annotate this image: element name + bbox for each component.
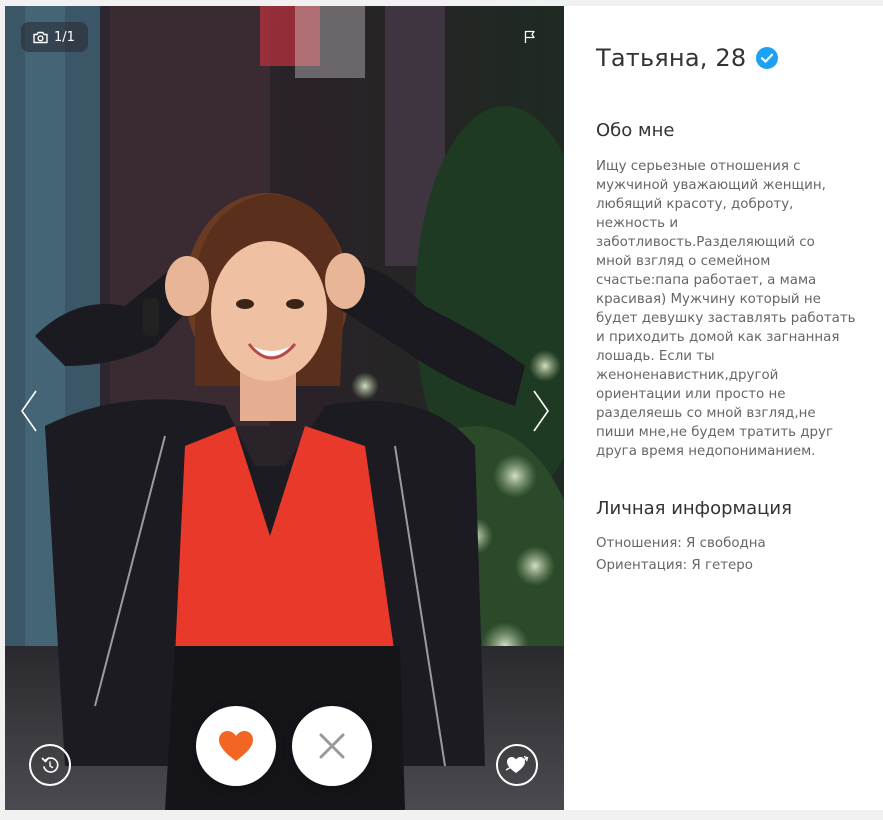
compliment-button[interactable] <box>496 744 538 786</box>
verified-icon <box>756 47 779 69</box>
undo-icon <box>41 757 59 773</box>
heart-icon <box>219 731 253 761</box>
like-button[interactable] <box>196 706 276 786</box>
photo-counter: 1/1 <box>21 22 88 52</box>
photo-counter-text: 1/1 <box>54 29 75 45</box>
camera-icon <box>33 31 48 43</box>
chevron-right-icon[interactable] <box>531 389 551 433</box>
about-text: Ищу серьезные отношения с мужчиной уважа… <box>596 159 856 459</box>
report-flag-icon[interactable] <box>524 30 536 44</box>
dislike-button[interactable] <box>292 706 372 786</box>
photo-scene <box>5 6 564 810</box>
close-icon <box>319 733 345 759</box>
undo-button[interactable] <box>29 744 71 786</box>
relationship-status: Отношения: Я свободна <box>596 536 766 551</box>
orientation: Ориентация: Я гетеро <box>596 558 753 573</box>
profile-card: 1/1 Татьяна, 28 Обо мне Ищу серьезные от… <box>5 6 883 810</box>
heart-arrow-icon <box>505 755 529 773</box>
name-row: Татьяна, 28 <box>596 44 779 72</box>
profile-name: Татьяна, 28 <box>596 44 747 72</box>
profile-photo[interactable]: 1/1 <box>5 6 564 810</box>
profile-info: Татьяна, 28 Обо мне Ищу серьезные отноше… <box>564 6 883 810</box>
about-title: Обо мне <box>596 120 675 141</box>
personal-info-title: Личная информация <box>596 498 792 519</box>
chevron-left-icon[interactable] <box>19 389 39 433</box>
